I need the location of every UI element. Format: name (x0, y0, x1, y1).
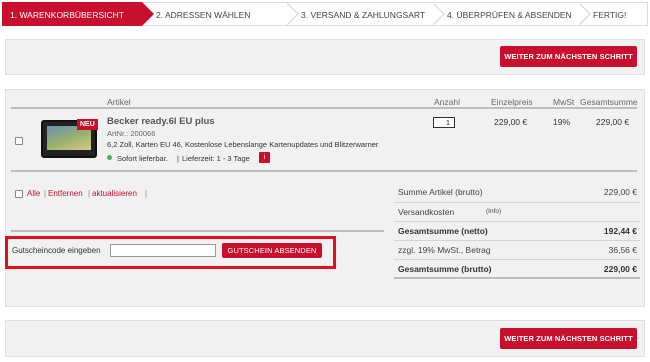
product-art-nr: ArtNr.: 200066 (107, 129, 156, 138)
header-article: Artikel (107, 97, 131, 107)
shipping-info-link[interactable]: (Info) (486, 208, 501, 215)
summary-vat: zzgl. 19% MwSt., Betrag 36,56 € (394, 240, 640, 258)
summary-gross-total: Gesamtsumme (brutto) 229,00 € (394, 259, 640, 277)
unit-price: 229,00 € (494, 117, 528, 127)
header-vat: MwSt (553, 97, 575, 107)
select-all-link[interactable]: Alle (27, 189, 40, 198)
header-divider (11, 107, 637, 109)
summary-shipping: Versandkosten (Info) (394, 202, 640, 220)
update-link[interactable]: aktualisieren (92, 189, 137, 198)
next-step-button-top[interactable]: WEITER ZUM NÄCHSTEN SCHRITT (500, 46, 637, 67)
remove-link[interactable]: Entfernen (48, 189, 83, 198)
coupon-code-input[interactable] (110, 244, 216, 257)
delivery-time: Lieferzeit: 1 - 3 Tage (182, 154, 250, 163)
step-cart-overview: 1. WARENKORBÜBERSICHT (2, 2, 154, 26)
step-review-submit: 4. ÜBERPRÜFEN & ABSENDEN (433, 2, 591, 26)
submit-coupon-button[interactable]: GUTSCHEIN ABSENDEN (222, 243, 322, 258)
info-icon[interactable]: i (259, 152, 270, 163)
delivery-separator: | (177, 154, 179, 163)
action-separator: | (145, 189, 148, 198)
next-step-button-bottom[interactable]: WEITER ZUM NÄCHSTEN SCHRITT (500, 328, 637, 349)
summary-subtotal: Summe Artikel (brutto) 229,00 € (398, 187, 637, 197)
coupon-divider (11, 230, 384, 232)
header-quantity: Anzahl (434, 97, 460, 107)
coupon-label: Gutscheincode eingeben (12, 246, 101, 255)
item-checkbox[interactable] (15, 137, 23, 145)
vat-rate: 19% (553, 117, 571, 127)
step-addresses: 2. ADRESSEN WÄHLEN (142, 2, 299, 26)
checkout-progress: 1. WARENKORBÜBERSICHT 2. ADRESSEN WÄHLEN… (2, 2, 648, 26)
select-all-checkbox[interactable] (15, 190, 23, 198)
summary-net-total: Gesamtsumme (netto) 192,44 € (394, 221, 640, 239)
header-total: Gesamtsumme (580, 97, 638, 107)
action-separator: | (44, 189, 47, 198)
summary-bottom-divider (394, 277, 640, 279)
quantity-input[interactable]: 1 (433, 117, 455, 128)
item-total: 229,00 € (596, 117, 630, 127)
new-badge: NEU (77, 119, 98, 130)
header-unit-price: Einzelpreis (491, 97, 533, 107)
step-shipping-payment: 3. VERSAND & ZAHLUNGSART (287, 2, 445, 26)
product-description: 6,2 Zoll, Karten EU 46, Kostenlose Leben… (107, 140, 379, 149)
availability-text: Sofort lieferbar. (117, 154, 168, 163)
availability-dot-icon (107, 155, 112, 160)
action-separator: | (88, 189, 91, 198)
items-divider (11, 170, 637, 172)
product-name[interactable]: Becker ready.6l EU plus (107, 116, 215, 127)
